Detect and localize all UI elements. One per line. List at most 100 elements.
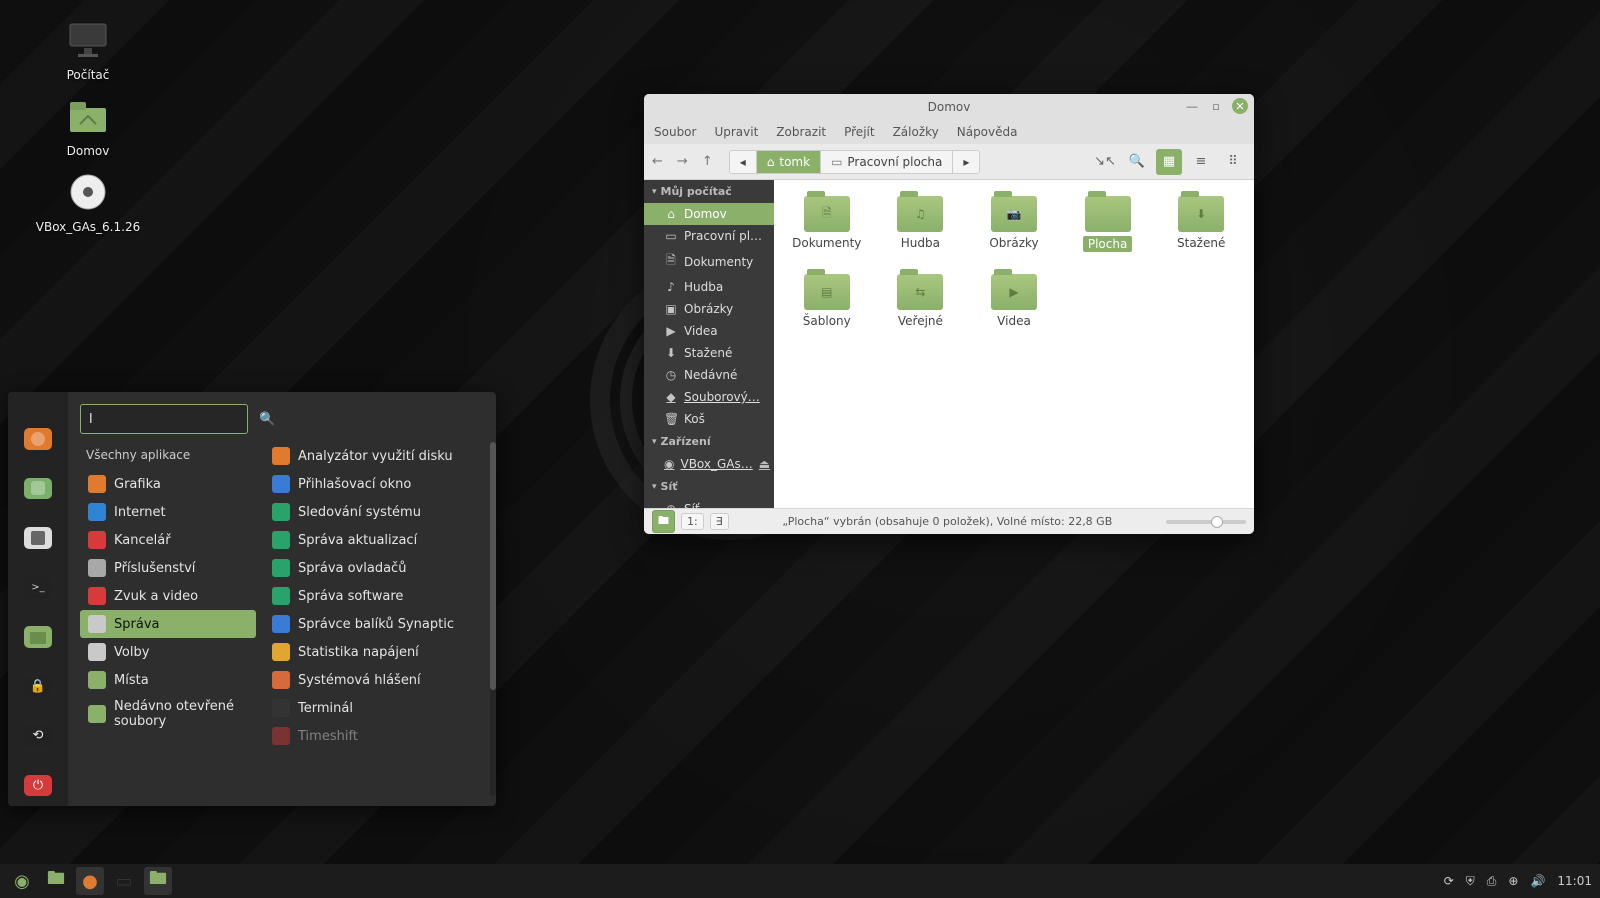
category-volby[interactable]: Volby [80,638,256,666]
sidebar-item-videos[interactable]: ▶Videa [644,320,774,342]
sidebar-item-filesystem[interactable]: ◆Souborový… [644,386,774,408]
folder-dokumenty[interactable]: 🗎Dokumenty [784,196,870,252]
status-treeview-button[interactable]: 1: [681,513,704,530]
sidebar-group[interactable]: ▾Můj počítač [644,180,774,203]
category-zvuk-video[interactable]: Zvuk a video [80,582,256,610]
app-update-mgr[interactable]: Správa aktualizací [264,526,492,554]
app-timeshift[interactable]: Timeshift [264,722,492,750]
search-icon[interactable]: 🔍 [1124,149,1150,175]
launcher-icon: 🖿 [47,866,65,896]
sidebar-item-downloads[interactable]: ⬇Stažené [644,342,774,364]
sidebar-item-music[interactable]: ♪Hudba [644,276,774,298]
sidebar-item-pictures[interactable]: ▣Obrázky [644,298,774,320]
launcher-files[interactable]: 🖿 [42,867,70,895]
app-login-window[interactable]: Přihlašovací okno [264,470,492,498]
launcher-menu[interactable]: ◉ [8,867,36,895]
rail-settings-icon[interactable] [24,527,52,549]
minimize-button[interactable]: ― [1184,98,1200,114]
maximize-button[interactable]: ▫ [1208,98,1224,114]
rail-logout-icon[interactable]: ⟲ [24,725,52,747]
sidebar-item-network[interactable]: ⊕Síť [644,498,774,508]
folder-plocha[interactable]: Plocha [1065,196,1151,252]
search-input[interactable] [89,412,259,427]
toggle-location-icon[interactable]: ↘↖ [1092,149,1118,175]
folder-stazene[interactable]: ⬇Stažené [1158,196,1244,252]
app-driver-mgr[interactable]: Správa ovladačů [264,554,492,582]
menu-nápověda[interactable]: Nápověda [957,125,1018,139]
menu-záložky[interactable]: Záložky [893,125,939,139]
menu-zobrazit[interactable]: Zobrazit [776,125,826,139]
menu-přejít[interactable]: Přejít [844,125,874,139]
app-software-mgr[interactable]: Správa software [264,582,492,610]
scrollbar-thumb[interactable] [490,442,496,690]
category-kancelar[interactable]: Kancelář [80,526,256,554]
app-sys-reports[interactable]: Systémová hlášení [264,666,492,694]
app-terminal[interactable]: Terminál [264,694,492,722]
nav-forward-icon[interactable]: → [677,154,688,169]
rail-lock-icon[interactable]: 🔒 [24,676,52,698]
sidebar-item-desktop[interactable]: ▭Pracovní pl… [644,225,774,247]
rail-terminal-icon[interactable]: >_ [24,577,52,599]
launcher-terminal[interactable]: ▭ [110,867,138,895]
eject-icon[interactable]: ⏏ [759,457,770,471]
close-button[interactable]: ✕ [1232,98,1248,114]
app-disk-usage[interactable]: Analyzátor využití disku [264,442,492,470]
folder-obrazky[interactable]: 📷Obrázky [971,196,1057,252]
nav-up-icon[interactable]: ↑ [702,154,713,169]
tray-network-icon[interactable]: ⊕ [1508,874,1518,888]
category-internet[interactable]: Internet [80,498,256,526]
path-next-button[interactable]: ▸ [953,151,979,173]
desktop-icon-computer[interactable]: Počítač [28,16,148,82]
folder-videa[interactable]: ▶Videa [971,274,1057,328]
sidebar-item-vbox[interactable]: ◉VBox_GAs…⏏ [644,453,774,475]
window-titlebar[interactable]: Domov ― ▫ ✕ [644,94,1254,120]
tray-shield-icon[interactable]: ⛨ [1466,874,1475,889]
tray-volume-icon[interactable]: 🔊 [1530,874,1545,888]
category-prislusenstvi[interactable]: Příslušenství [80,554,256,582]
app-power-stats[interactable]: Statistika napájení [264,638,492,666]
app-synaptic[interactable]: Správce balíků Synaptic [264,610,492,638]
zoom-slider[interactable] [1166,520,1246,524]
zoom-knob[interactable] [1211,516,1223,528]
app-scrollbar[interactable] [490,442,496,796]
category-sprava[interactable]: Správa [80,610,256,638]
rail-power-icon[interactable]: ⏻ [24,775,52,797]
view-list-icon[interactable]: ≡ [1188,149,1214,175]
folder-content[interactable]: 🗎Dokumenty♫Hudba📷ObrázkyPlocha⬇Stažené ▤Š… [774,180,1254,508]
sidebar-item-home[interactable]: ⌂Domov [644,203,774,225]
sidebar-item-recent[interactable]: ◷Nedávné [644,364,774,386]
path-home-segment[interactable]: ⌂tomk [757,151,821,173]
desktop-icon-disc[interactable]: VBox_GAs_6.1.26 [28,168,148,234]
view-compact-icon[interactable]: ⠿ [1220,149,1246,175]
sidebar-item-trash[interactable]: 🗑Koš [644,408,774,430]
category-nedavno[interactable]: Nedávno otevřené soubory [80,694,256,734]
category-grafika[interactable]: Grafika [80,470,256,498]
status-terminal-button[interactable]: ∃ [710,513,729,530]
path-prev-button[interactable]: ◂ [730,151,757,173]
launcher-firefox[interactable]: ● [76,867,104,895]
folder-verejne[interactable]: ⇆Veřejné [878,274,964,328]
sidebar-item-documents[interactable]: 🗎Dokumenty [644,247,774,276]
menu-soubor[interactable]: Soubor [654,125,696,139]
rail-software-icon[interactable] [24,478,52,500]
rail-files-icon[interactable] [24,626,52,648]
category-mista[interactable]: Místa [80,666,256,694]
status-places-button[interactable]: 🖿 [652,510,675,533]
sidebar-group[interactable]: ▾Síť [644,475,774,498]
sidebar-group[interactable]: ▾Zařízení [644,430,774,453]
folder-label: Veřejné [898,314,943,328]
desktop-icon-home[interactable]: Domov [28,92,148,158]
path-crumb-segment[interactable]: ▭Pracovní plocha [821,151,953,173]
start-menu-search[interactable]: 🔍 [80,404,248,434]
nav-back-icon[interactable]: ← [652,154,663,169]
launcher-files2[interactable]: 🖿 [144,867,172,895]
app-sys-monitor[interactable]: Sledování systému [264,498,492,526]
tray-clock[interactable]: 11:01 [1557,874,1592,888]
menu-upravit[interactable]: Upravit [714,125,758,139]
view-icons-icon[interactable]: ▦ [1156,149,1182,175]
tray-update-icon[interactable]: ⟳ [1444,874,1454,888]
folder-hudba[interactable]: ♫Hudba [878,196,964,252]
folder-sablony[interactable]: ▤Šablony [784,274,870,328]
rail-firefox-icon[interactable] [24,428,52,450]
tray-printer-icon[interactable]: ⎙ [1487,874,1497,889]
